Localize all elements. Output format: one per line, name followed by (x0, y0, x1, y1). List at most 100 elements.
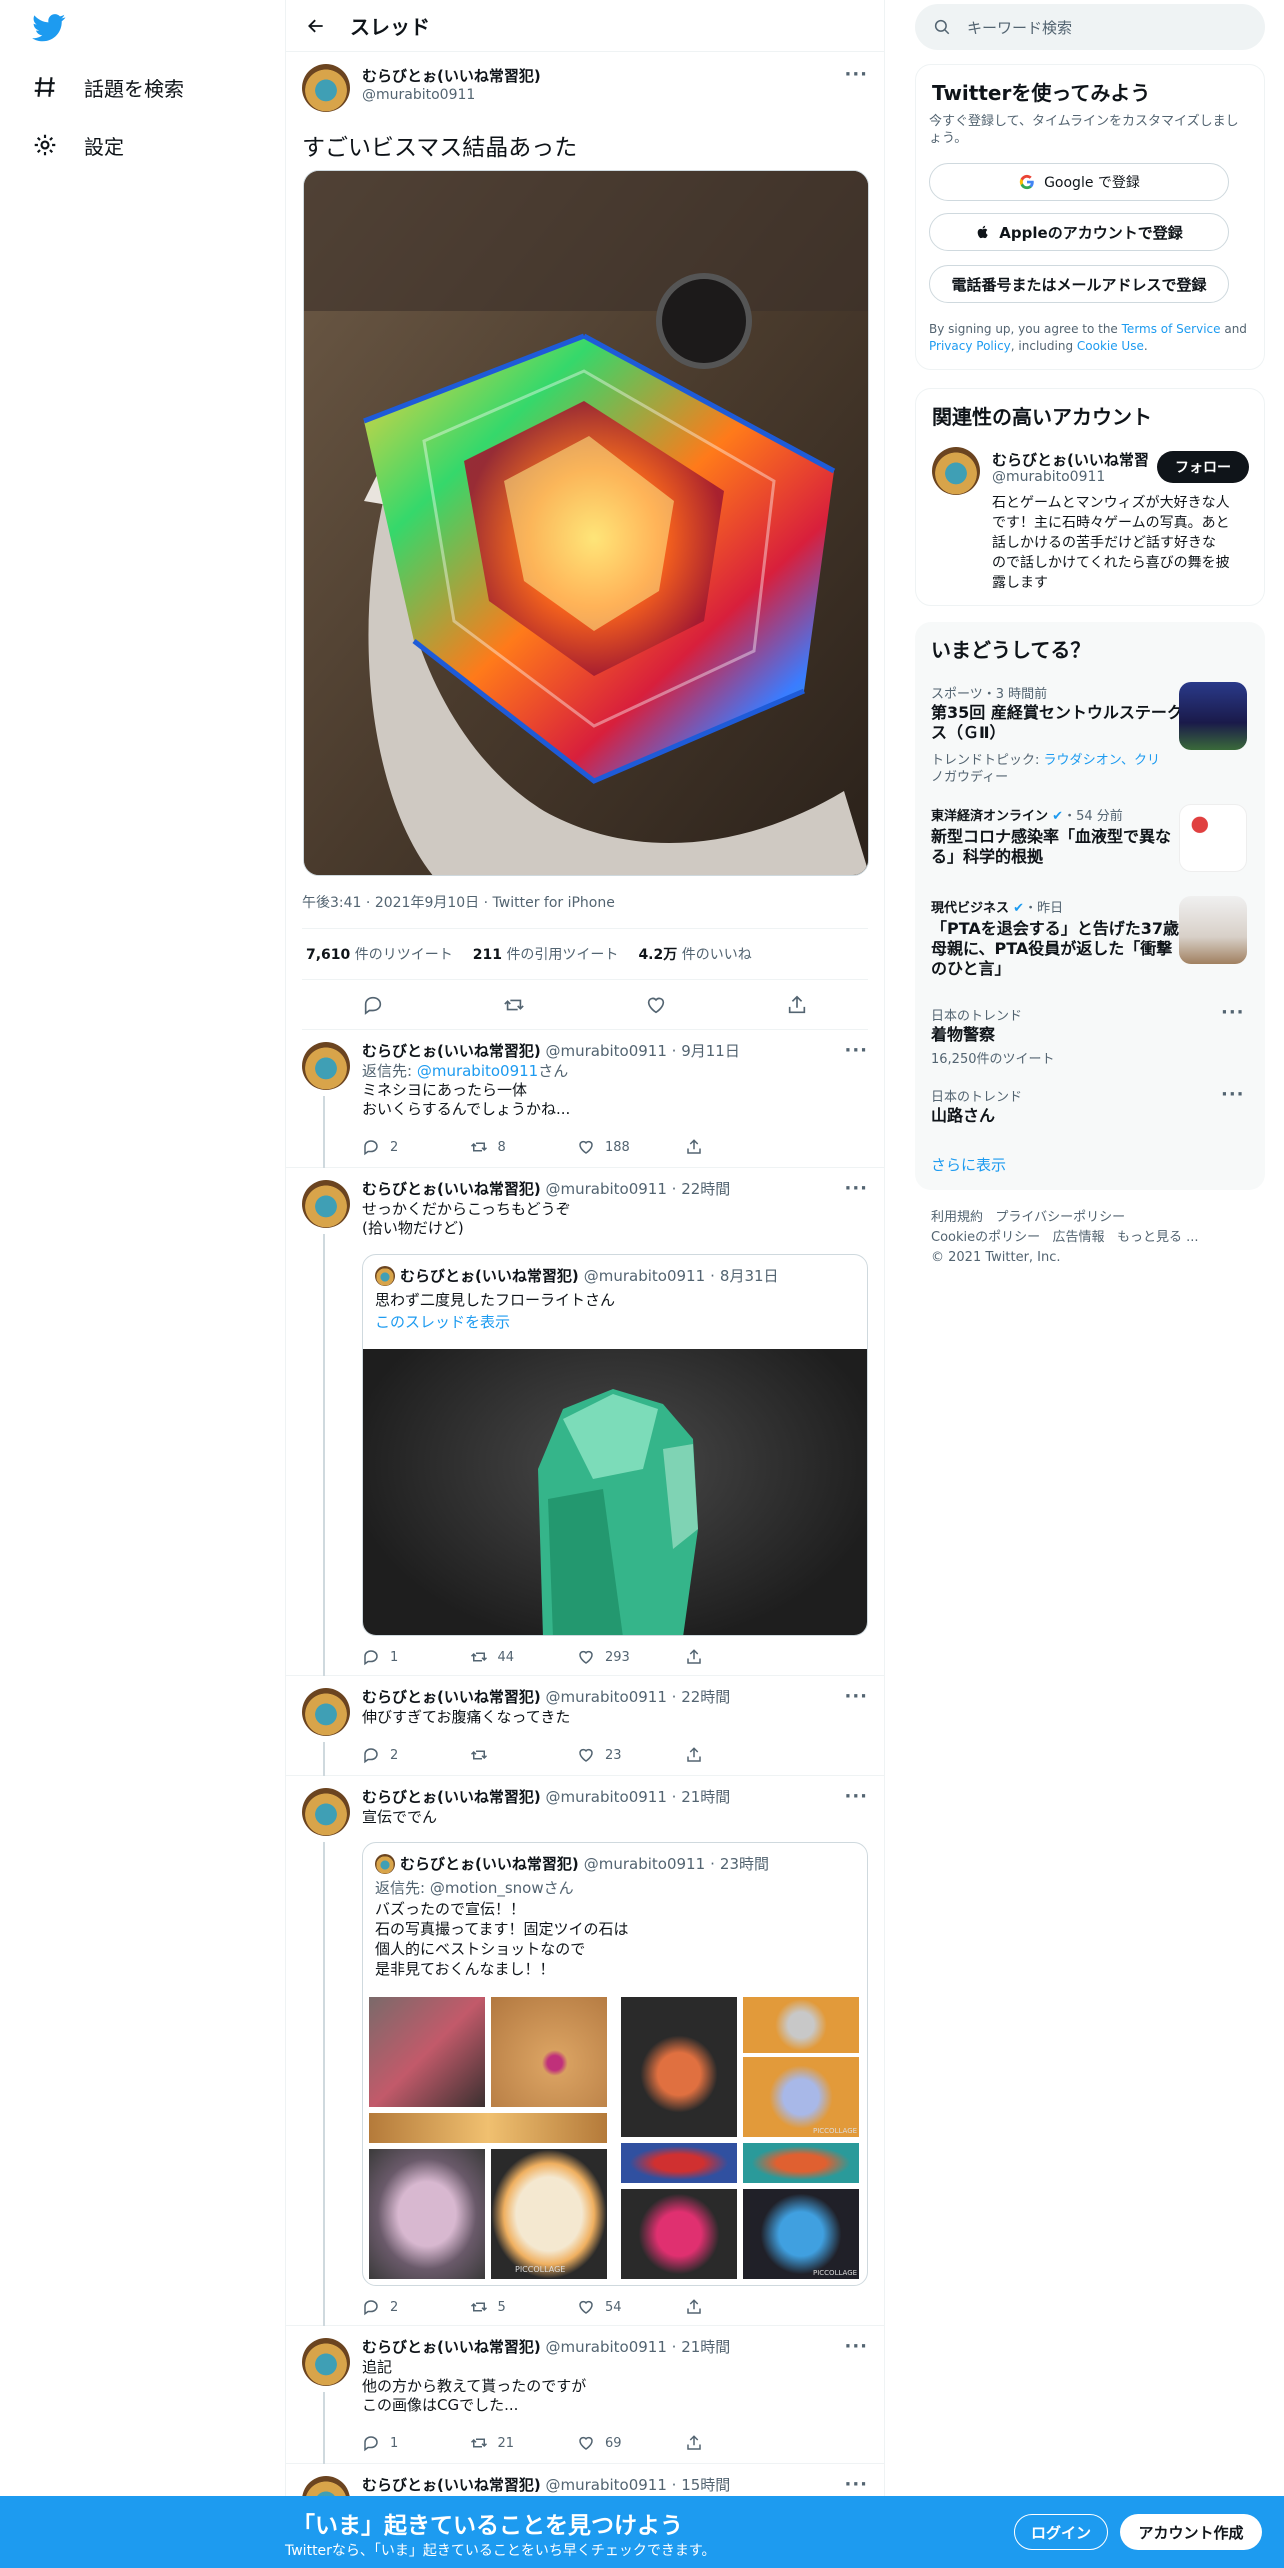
apple-signup-button[interactable]: Appleのアカウントで登録 (929, 213, 1229, 251)
reply-author-name[interactable]: むらびとぉ(いいね常習犯) (362, 1788, 541, 1806)
share-button[interactable] (685, 2298, 793, 2316)
retweet-button[interactable]: 5 (470, 2298, 578, 2316)
more-icon[interactable]: ··· (844, 1786, 868, 1807)
more-icon[interactable]: ··· (844, 2336, 868, 2357)
retweet-button[interactable]: 44 (470, 1648, 578, 1666)
privacy-link[interactable]: Privacy Policy (929, 339, 1011, 353)
avatar[interactable] (302, 1180, 350, 1228)
avatar[interactable] (302, 64, 350, 112)
reply-author-name[interactable]: むらびとぉ(いいね常習犯) (362, 1688, 541, 1706)
nav-explore[interactable]: 話題を検索 (32, 67, 184, 107)
share-button[interactable] (685, 1138, 793, 1156)
reply-tweet[interactable]: むらびとぉ(いいね常習犯) @murabito0911 · 21時間 ··· 追… (286, 2326, 884, 2464)
related-name[interactable]: むらびとぉ(いいね常習 (992, 449, 1149, 470)
reply-tweet[interactable]: むらびとぉ(いいね常習犯) @murabito0911 · 22時間 ··· 伸… (286, 1676, 884, 1776)
tweet-time[interactable]: 午後3:41 (302, 895, 361, 911)
reply-button[interactable]: 2 (362, 1746, 470, 1764)
like-button[interactable]: 188 (577, 1138, 685, 1156)
footer-link[interactable]: Cookieのポリシー (931, 1230, 1040, 1245)
trend-topic-link[interactable]: ラウダシオン、クリ (1044, 753, 1160, 768)
cookie-link[interactable]: Cookie Use (1077, 339, 1144, 353)
tweet-image-bismuth[interactable] (303, 170, 869, 876)
reply-time[interactable]: 22時間 (681, 1180, 730, 1198)
related-handle[interactable]: @murabito0911 (992, 469, 1105, 485)
like-icon[interactable] (645, 994, 667, 1016)
more-icon[interactable]: ··· (1221, 1002, 1245, 1023)
reply-icon[interactable] (362, 994, 384, 1016)
reply-author-name[interactable]: むらびとぉ(いいね常習犯) (362, 1180, 541, 1198)
more-icon[interactable]: ··· (844, 64, 868, 85)
author-handle[interactable]: @murabito0911 (362, 86, 541, 105)
reply-author-handle[interactable]: @murabito0911 (546, 1788, 667, 1806)
avatar[interactable] (302, 1042, 350, 1090)
retweet-button[interactable]: 8 (470, 1138, 578, 1156)
reply-button[interactable]: 1 (362, 2434, 470, 2452)
search-input[interactable]: キーワード検索 (915, 4, 1265, 50)
reply-author-handle[interactable]: @murabito0911 (546, 2476, 667, 2494)
share-button[interactable] (685, 1648, 793, 1666)
reply-tweet[interactable]: むらびとぉ(いいね常習犯) @murabito0911 · 21時間 ··· 宣… (286, 1776, 884, 2326)
share-icon[interactable] (786, 994, 808, 1016)
like-button[interactable]: 69 (577, 2434, 685, 2452)
trend-topic-link[interactable]: ノガウディー (931, 766, 1008, 785)
avatar[interactable] (932, 447, 980, 495)
like-stat[interactable]: 4.2万 件のいいね (638, 944, 751, 964)
avatar[interactable] (302, 1688, 350, 1736)
reply-author-name[interactable]: むらびとぉ(いいね常習犯) (362, 2476, 541, 2494)
more-icon[interactable]: ··· (844, 1686, 868, 1707)
more-icon[interactable]: ··· (844, 1178, 868, 1199)
nav-settings[interactable]: 設定 (32, 125, 124, 165)
reply-button[interactable]: 2 (362, 1138, 470, 1156)
reply-tweet[interactable]: むらびとぉ(いいね常習犯) @murabito0911 · 22時間 ··· せ… (286, 1168, 884, 1676)
terms-link[interactable]: Terms of Service (1122, 322, 1221, 336)
quoted-tweet[interactable]: むらびとぉ(いいね常習犯) @murabito0911 · 8月31日 思わず二度見し… (362, 1254, 868, 1636)
login-button[interactable]: ログイン (1014, 2514, 1108, 2550)
show-more-link[interactable]: さらに表示 (931, 1154, 1006, 1175)
retweet-icon[interactable] (503, 994, 525, 1016)
reply-time[interactable]: 15時間 (681, 2476, 730, 2494)
google-signup-button[interactable]: Google で登録 (929, 163, 1229, 201)
show-thread-link[interactable]: このスレッドを表示 (375, 1311, 510, 1332)
twitter-logo-icon[interactable] (32, 14, 66, 42)
reply-author-handle[interactable]: @murabito0911 (546, 2338, 667, 2356)
reply-author-name[interactable]: むらびとぉ(いいね常習犯) (362, 2338, 541, 2356)
share-button[interactable] (685, 2434, 793, 2452)
create-account-button[interactable]: アカウント作成 (1120, 2514, 1262, 2550)
tweet-date[interactable]: 2021年9月10日 (375, 895, 479, 911)
reply-button[interactable]: 2 (362, 2298, 470, 2316)
reply-tweet[interactable]: むらびとぉ(いいね常習犯) @murabito0911 · 9月11日 ··· … (286, 1030, 884, 1168)
more-icon[interactable]: ··· (844, 2474, 868, 2495)
more-icon[interactable]: ··· (844, 1040, 868, 1061)
reply-time[interactable]: 22時間 (681, 1688, 730, 1706)
quote-image-collage[interactable]: PICCOLLAGE PICCOLLAGE PICCOLLAGE (369, 1997, 865, 2279)
avatar[interactable] (302, 1788, 350, 1836)
avatar[interactable] (302, 2338, 350, 2386)
reply-to-link[interactable]: @murabito0911 (417, 1062, 538, 1080)
reply-time[interactable]: 9月11日 (681, 1042, 740, 1060)
more-icon[interactable]: ··· (1221, 1084, 1245, 1105)
footer-link[interactable]: プライバシーポリシー (995, 1210, 1125, 1225)
author-name[interactable]: むらびとぉ(いいね常習犯) (362, 67, 541, 86)
quote-stat[interactable]: 211 件の引用ツイート (473, 944, 619, 964)
reply-author-handle[interactable]: @murabito0911 (546, 1042, 667, 1060)
phone-email-signup-button[interactable]: 電話番号またはメールアドレスで登録 (929, 265, 1229, 303)
like-button[interactable]: 23 (577, 1746, 685, 1764)
reply-author-name[interactable]: むらびとぉ(いいね常習犯) (362, 1042, 541, 1060)
share-button[interactable] (685, 1746, 793, 1764)
footer-link[interactable]: 広告情報 (1053, 1230, 1105, 1245)
reply-button[interactable]: 1 (362, 1648, 470, 1666)
back-arrow-icon[interactable] (306, 16, 326, 36)
quoted-tweet[interactable]: むらびとぉ(いいね常習犯) @murabito0911 · 23時間 返信先: @mo… (362, 1842, 868, 2286)
reply-author-handle[interactable]: @murabito0911 (546, 1688, 667, 1706)
like-button[interactable]: 54 (577, 2298, 685, 2316)
footer-link[interactable]: 利用規約 (931, 1210, 983, 1225)
reply-author-handle[interactable]: @murabito0911 (546, 1180, 667, 1198)
tweet-source[interactable]: Twitter for iPhone (493, 895, 615, 911)
retweet-stat[interactable]: 7,610 件のリツイート (306, 944, 453, 964)
retweet-button[interactable] (470, 1746, 578, 1764)
follow-button[interactable]: フォロー (1157, 451, 1249, 483)
retweet-button[interactable]: 21 (470, 2434, 578, 2452)
reply-time[interactable]: 21時間 (681, 1788, 730, 1806)
like-button[interactable]: 293 (577, 1648, 685, 1666)
quote-image-fluorite[interactable] (363, 1349, 867, 1635)
